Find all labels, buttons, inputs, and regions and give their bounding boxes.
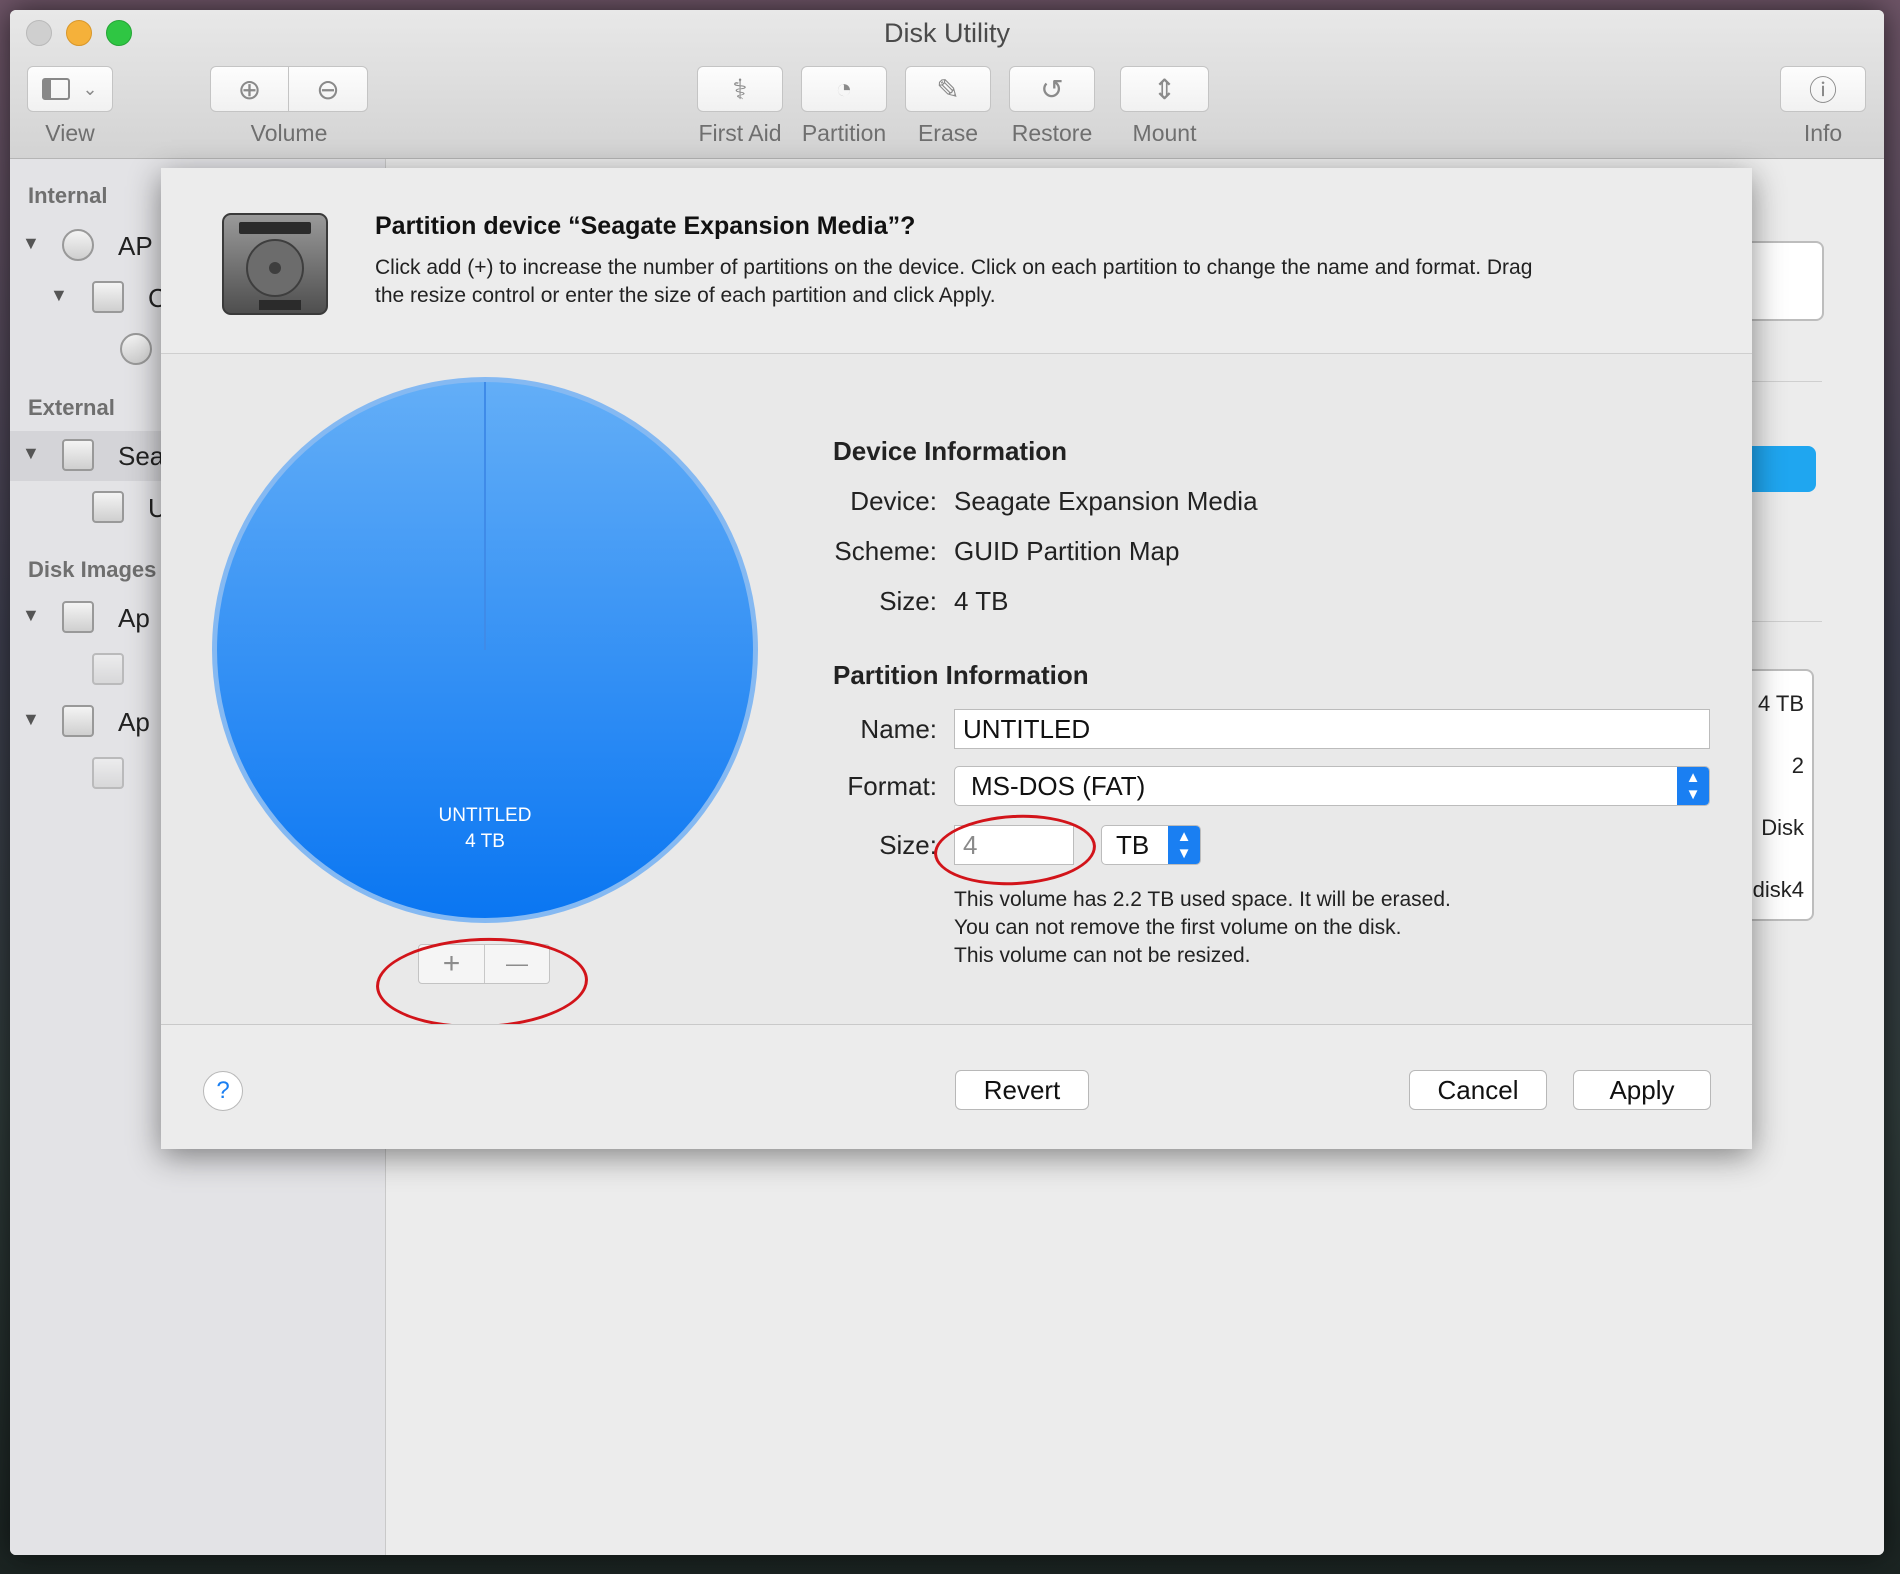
divider <box>1746 381 1822 382</box>
container-disk-icon <box>92 281 124 313</box>
sidebar-header-external: External <box>28 395 115 420</box>
info-child-count: 2 <box>1791 753 1804 778</box>
volume-disk-icon <box>92 491 124 523</box>
select-stepper-icon: ▲ ▼ <box>1168 826 1200 864</box>
sheet-header: Partition device “Seagate Expansion Medi… <box>161 168 1752 354</box>
hard-drive-icon <box>219 210 331 320</box>
sidebar-item-label: Ap <box>118 707 150 737</box>
info-table: 4 TB 2 Disk disk4 <box>1746 669 1814 921</box>
volume-disk-icon <box>92 653 124 685</box>
device-info-header: Device Information <box>833 436 1068 466</box>
info-label: Info <box>1803 120 1843 146</box>
volume-label: Volume <box>250 120 328 146</box>
add-volume-icon: ⊕ <box>237 73 262 105</box>
mount-label: Mount <box>1132 120 1197 146</box>
partition-button[interactable]: ◔ <box>801 66 887 112</box>
usage-box <box>1746 241 1824 321</box>
disclosure-triangle-icon[interactable]: ▼ <box>50 285 68 306</box>
sidebar-icon <box>42 78 71 100</box>
toolbar: Disk Utility ⌄ View ⊕ ⊖ Volume ⚕ First A… <box>10 10 1884 159</box>
info-icon: ⓘ <box>1808 75 1837 106</box>
format-select[interactable]: MS-DOS (FAT) ▲ ▼ <box>954 766 1710 806</box>
erase-button[interactable]: ✎ <box>905 66 991 112</box>
partition-note-used-space: This volume has 2.2 TB used space. It wi… <box>954 888 1451 911</box>
partition-sheet: Partition device “Seagate Expansion Medi… <box>161 168 1752 1149</box>
chevron-down-icon: ⌄ <box>82 78 98 99</box>
device-size-value: 4 TB <box>954 586 1009 616</box>
device-value: Seagate Expansion Media <box>954 486 1258 516</box>
volume-disk-icon <box>120 333 152 365</box>
info-device: disk4 <box>1752 877 1804 902</box>
cancel-button[interactable]: Cancel <box>1409 1070 1547 1110</box>
partition-name-input[interactable]: UNTITLED <box>954 709 1710 749</box>
sidebar-header-disk-images: Disk Images <box>28 557 157 582</box>
sidebar-item-label: Ap <box>118 603 150 633</box>
remove-volume-button[interactable]: ⊖ <box>288 66 368 112</box>
external-disk-icon <box>62 439 94 471</box>
apply-button[interactable]: Apply <box>1573 1070 1711 1110</box>
format-label: Format: <box>847 771 937 801</box>
view-button[interactable]: ⌄ <box>27 66 113 112</box>
disclosure-triangle-icon[interactable]: ▼ <box>22 605 40 626</box>
pencil-eraser-icon: ✎ <box>936 73 960 105</box>
select-stepper-icon: ▲ ▼ <box>1677 767 1709 805</box>
info-capacity: 4 TB <box>1757 691 1804 716</box>
disclosure-triangle-icon[interactable]: ▼ <box>22 233 40 254</box>
partition-note-resize: This volume can not be resized. <box>954 944 1251 967</box>
window-title: Disk Utility <box>884 18 1010 48</box>
erase-label: Erase <box>917 120 979 146</box>
scheme-value: GUID Partition Map <box>954 536 1180 566</box>
stethoscope-icon: ⚕ <box>732 73 748 105</box>
disclosure-triangle-icon[interactable]: ▼ <box>22 443 40 464</box>
revert-button[interactable]: Revert <box>955 1070 1089 1110</box>
size-unit-value: TB <box>1116 830 1150 860</box>
first-aid-label: First Aid <box>698 120 782 146</box>
sheet-description-line2: the resize control or enter the size of … <box>375 284 996 307</box>
disclosure-triangle-icon[interactable]: ▼ <box>22 709 40 730</box>
annotation-circle-add-remove <box>374 934 590 1032</box>
mount-button[interactable]: ⇕ <box>1120 66 1209 112</box>
help-button[interactable]: ? <box>203 1071 243 1111</box>
partition-label: Partition <box>801 120 887 146</box>
sidebar-item-label: Sea <box>118 441 165 471</box>
sheet-title: Partition device “Seagate Expansion Medi… <box>375 212 916 240</box>
disk-image-icon <box>62 601 94 633</box>
add-volume-button[interactable]: ⊕ <box>210 66 289 112</box>
restore-arrow-icon: ↺ <box>1040 73 1064 105</box>
hard-disk-icon <box>62 229 94 261</box>
format-select-value: MS-DOS (FAT) <box>971 771 1146 801</box>
disk-utility-window: Disk Utility ⌄ View ⊕ ⊖ Volume ⚕ First A… <box>10 10 1884 1555</box>
info-type: Disk <box>1761 815 1804 840</box>
disk-image-icon <box>62 705 94 737</box>
pie-partition-size: 4 TB <box>465 831 505 852</box>
partition-info-header: Partition Information <box>833 660 1089 690</box>
remove-volume-icon: ⊖ <box>316 73 340 105</box>
pie-partition-name: UNTITLED <box>438 805 532 826</box>
partition-pie-chart[interactable]: UNTITLED 4 TB <box>210 375 760 925</box>
partition-size-label: Size: <box>879 830 937 860</box>
volume-disk-icon <box>92 757 124 789</box>
first-aid-button[interactable]: ⚕ <box>697 66 783 112</box>
divider <box>1746 621 1822 622</box>
sheet-footer: ? Revert Cancel Apply <box>161 1024 1752 1149</box>
sheet-description-line1: Click add (+) to increase the number of … <box>375 256 1533 279</box>
annotation-circle-size <box>932 810 1098 890</box>
partition-note-first-volume: You can not remove the first volume on t… <box>954 916 1402 939</box>
pie-chart-icon: ◔ <box>835 73 853 104</box>
name-label: Name: <box>860 714 937 744</box>
view-label: View <box>45 120 95 146</box>
device-size-label: Size: <box>879 586 937 616</box>
usage-bar <box>1746 446 1816 492</box>
sidebar-item-label: AP <box>118 231 153 261</box>
sidebar-header-internal: Internal <box>28 183 108 208</box>
device-label: Device: <box>850 486 937 516</box>
mount-icon: ⇕ <box>1152 73 1177 105</box>
restore-label: Restore <box>1011 120 1093 146</box>
info-button[interactable]: ⓘ <box>1780 66 1866 112</box>
size-unit-select[interactable]: TB ▲ ▼ <box>1101 825 1201 865</box>
restore-button[interactable]: ↺ <box>1009 66 1095 112</box>
scheme-label: Scheme: <box>834 536 937 566</box>
